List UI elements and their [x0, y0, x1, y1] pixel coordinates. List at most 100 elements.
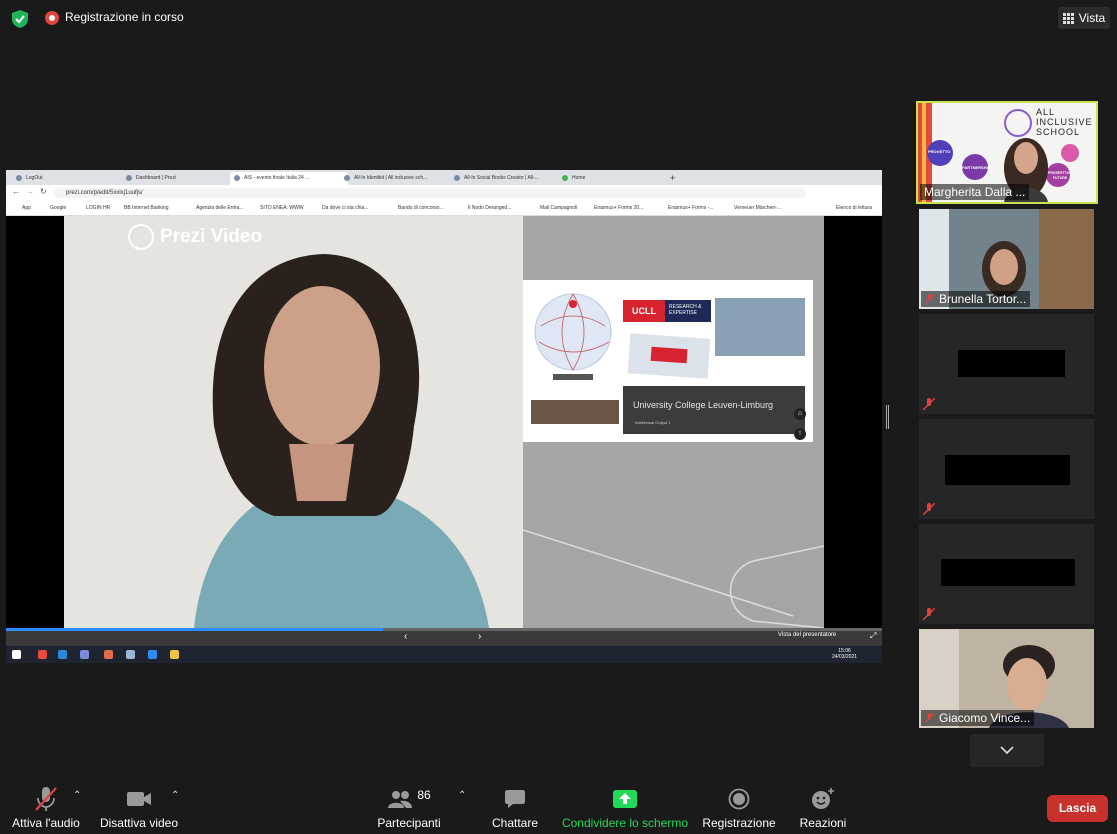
muted-mic-icon [923, 608, 935, 620]
record-button[interactable]: Registrazione [700, 786, 778, 830]
browser-address-bar: ← → ↻ prezi.com/p/edit/5xxlxj1uufjs/ [6, 185, 882, 201]
students-photo [715, 298, 805, 356]
slide-title-box: University College Leuven-Limburg Intell… [623, 386, 805, 434]
security-shield-icon[interactable] [12, 10, 28, 28]
bookmark[interactable]: Da dove ci sta chia... [322, 205, 368, 211]
windows-start-icon[interactable] [12, 650, 21, 659]
reactions-button[interactable]: Reazioni [796, 786, 850, 830]
video-camera-icon [127, 792, 151, 806]
browser-tab[interactable]: Dashboard | Prezi [122, 172, 240, 185]
shared-screen[interactable]: LogOut Dashboard | Prezi AIS - evento fi… [6, 170, 882, 663]
prezi-controls-bar: ‹ › Vista del presentatore ⤢ [6, 628, 882, 646]
group-photo [531, 400, 619, 424]
bookmark[interactable]: App [22, 205, 31, 211]
chat-button[interactable]: Chattare [488, 786, 542, 830]
browser-tab[interactable]: LogOut [12, 172, 130, 185]
prezi-logo-icon [128, 224, 154, 250]
prezi-stage: Prezi Video UCLL RESEARCH & EXPERTISE Un… [6, 216, 882, 628]
progress-fill [6, 628, 383, 631]
video-options-caret-icon[interactable]: ⌃ [171, 790, 179, 801]
home-icon[interactable]: ⌂ [794, 408, 806, 420]
folder-icon[interactable] [170, 650, 179, 659]
app-icon[interactable] [80, 650, 89, 659]
map-card-image [627, 333, 711, 379]
share-screen-icon [613, 790, 637, 808]
bookmark[interactable]: Verneuer Märchen-... [734, 205, 781, 211]
bookmark[interactable]: Mail Campagnoli [540, 205, 577, 211]
chat-icon [505, 790, 525, 808]
stop-video-button[interactable]: Disattiva video [98, 786, 180, 830]
leave-meeting-button[interactable]: Lascia [1047, 795, 1108, 822]
reload-icon[interactable]: ↻ [40, 187, 47, 196]
share-screen-button[interactable]: Condividere lo schermo [560, 786, 690, 830]
next-slide-icon[interactable]: › [478, 631, 481, 642]
muted-mic-icon [923, 398, 935, 410]
participant-name-tag: Brunella Tortor... [921, 291, 1031, 307]
panel-resize-handle[interactable] [886, 405, 889, 429]
bookmark[interactable]: Erasmus+ Forms -... [668, 205, 713, 211]
app-icon[interactable] [126, 650, 135, 659]
participant-tile[interactable] [919, 419, 1094, 519]
app-icon[interactable] [104, 650, 113, 659]
more-participants-button[interactable] [970, 734, 1044, 767]
favicon-icon [562, 175, 568, 181]
reactions-smiley-icon [812, 788, 834, 809]
prezi-video-logo: Prezi Video [128, 224, 262, 250]
bookmark[interactable]: Erasmus+ Forms 20... [594, 205, 643, 211]
zoom-app-icon[interactable] [148, 650, 157, 659]
forward-icon[interactable]: → [26, 187, 34, 196]
participants-count: 86 [417, 788, 431, 802]
fullscreen-icon[interactable]: ⤢ [870, 631, 876, 641]
back-icon[interactable]: ← [12, 187, 20, 196]
globe-image [534, 293, 612, 380]
bookmark[interactable]: Il Nodo Deranged... [468, 205, 511, 211]
participant-name-placeholder [945, 455, 1070, 485]
browser-tab[interactable]: All-In Social Books Creator | All-... [450, 172, 568, 185]
record-icon [728, 788, 750, 810]
audio-options-caret-icon[interactable]: ⌃ [73, 790, 81, 801]
skype-icon[interactable] [58, 650, 67, 659]
bookmark[interactable]: Elenco di lettura [836, 205, 872, 211]
participant-tile[interactable] [919, 524, 1094, 624]
chrome-icon[interactable] [38, 650, 47, 659]
bookmark[interactable]: Agenzia delle Entra... [196, 205, 244, 211]
recording-icon [45, 11, 59, 25]
browser-tab-active[interactable]: AIS - evento finale Italia 24 ... [230, 172, 348, 185]
recording-status: Registrazione in corso [65, 10, 184, 24]
participant-tile[interactable]: Brunella Tortor... [919, 209, 1094, 309]
participant-tile-active-speaker[interactable]: PROGETTO PARTNERSHIP PROSPETTIVE FUTURE … [916, 101, 1098, 204]
browser-tab-strip: LogOut Dashboard | Prezi AIS - evento fi… [6, 170, 882, 185]
bookmark[interactable]: LOGIN HR [86, 205, 110, 211]
ucll-logo: UCLL RESEARCH & EXPERTISE [623, 300, 711, 322]
prev-slide-icon[interactable]: ‹ [404, 631, 407, 642]
muted-mic-icon [923, 503, 935, 515]
favicon-icon [126, 175, 132, 181]
up-icon[interactable]: ↑ [794, 428, 806, 440]
muted-mic-icon [925, 294, 934, 304]
all-inclusive-school-logo: ALL INCLUSIVE SCHOOL [1036, 107, 1093, 137]
bookmark[interactable]: BB Internet Banking [124, 205, 168, 211]
bookmark[interactable]: Google [50, 205, 66, 211]
presenter-person-image [64, 216, 523, 628]
prezi-slide[interactable]: UCLL RESEARCH & EXPERTISE University Col… [523, 280, 813, 442]
participants-button[interactable]: 86 Partecipanti [374, 786, 444, 830]
participant-name-tag: Giacomo Vince... [921, 710, 1035, 726]
participants-options-caret-icon[interactable]: ⌃ [458, 790, 466, 801]
new-tab-icon[interactable]: + [668, 172, 682, 185]
bookmarks-bar: App Google LOGIN HR BB Internet Banking … [6, 201, 882, 216]
presenter-video: Prezi Video [64, 216, 523, 628]
participant-tile[interactable]: Giacomo Vince... [919, 629, 1094, 728]
view-button[interactable]: Vista [1058, 7, 1110, 29]
favicon-icon [454, 175, 460, 181]
participant-name-placeholder [958, 350, 1065, 377]
browser-tab[interactable]: All-In Identikit | All inclusive sch... [340, 172, 458, 185]
favicon-icon [16, 175, 22, 181]
presenter-view-button[interactable]: Vista del presentatore [778, 632, 836, 638]
bookmark[interactable]: SITO ENEA: WWW [260, 205, 304, 211]
grid-view-icon [1062, 12, 1074, 24]
bookmark[interactable]: Bando di concorso... [398, 205, 444, 211]
url-field[interactable]: prezi.com/p/edit/5xxlxj1uufjs/ [54, 188, 806, 198]
view-button-label: Vista [1078, 11, 1106, 25]
browser-tab[interactable]: Home [558, 172, 676, 185]
participant-tile[interactable] [919, 314, 1094, 414]
